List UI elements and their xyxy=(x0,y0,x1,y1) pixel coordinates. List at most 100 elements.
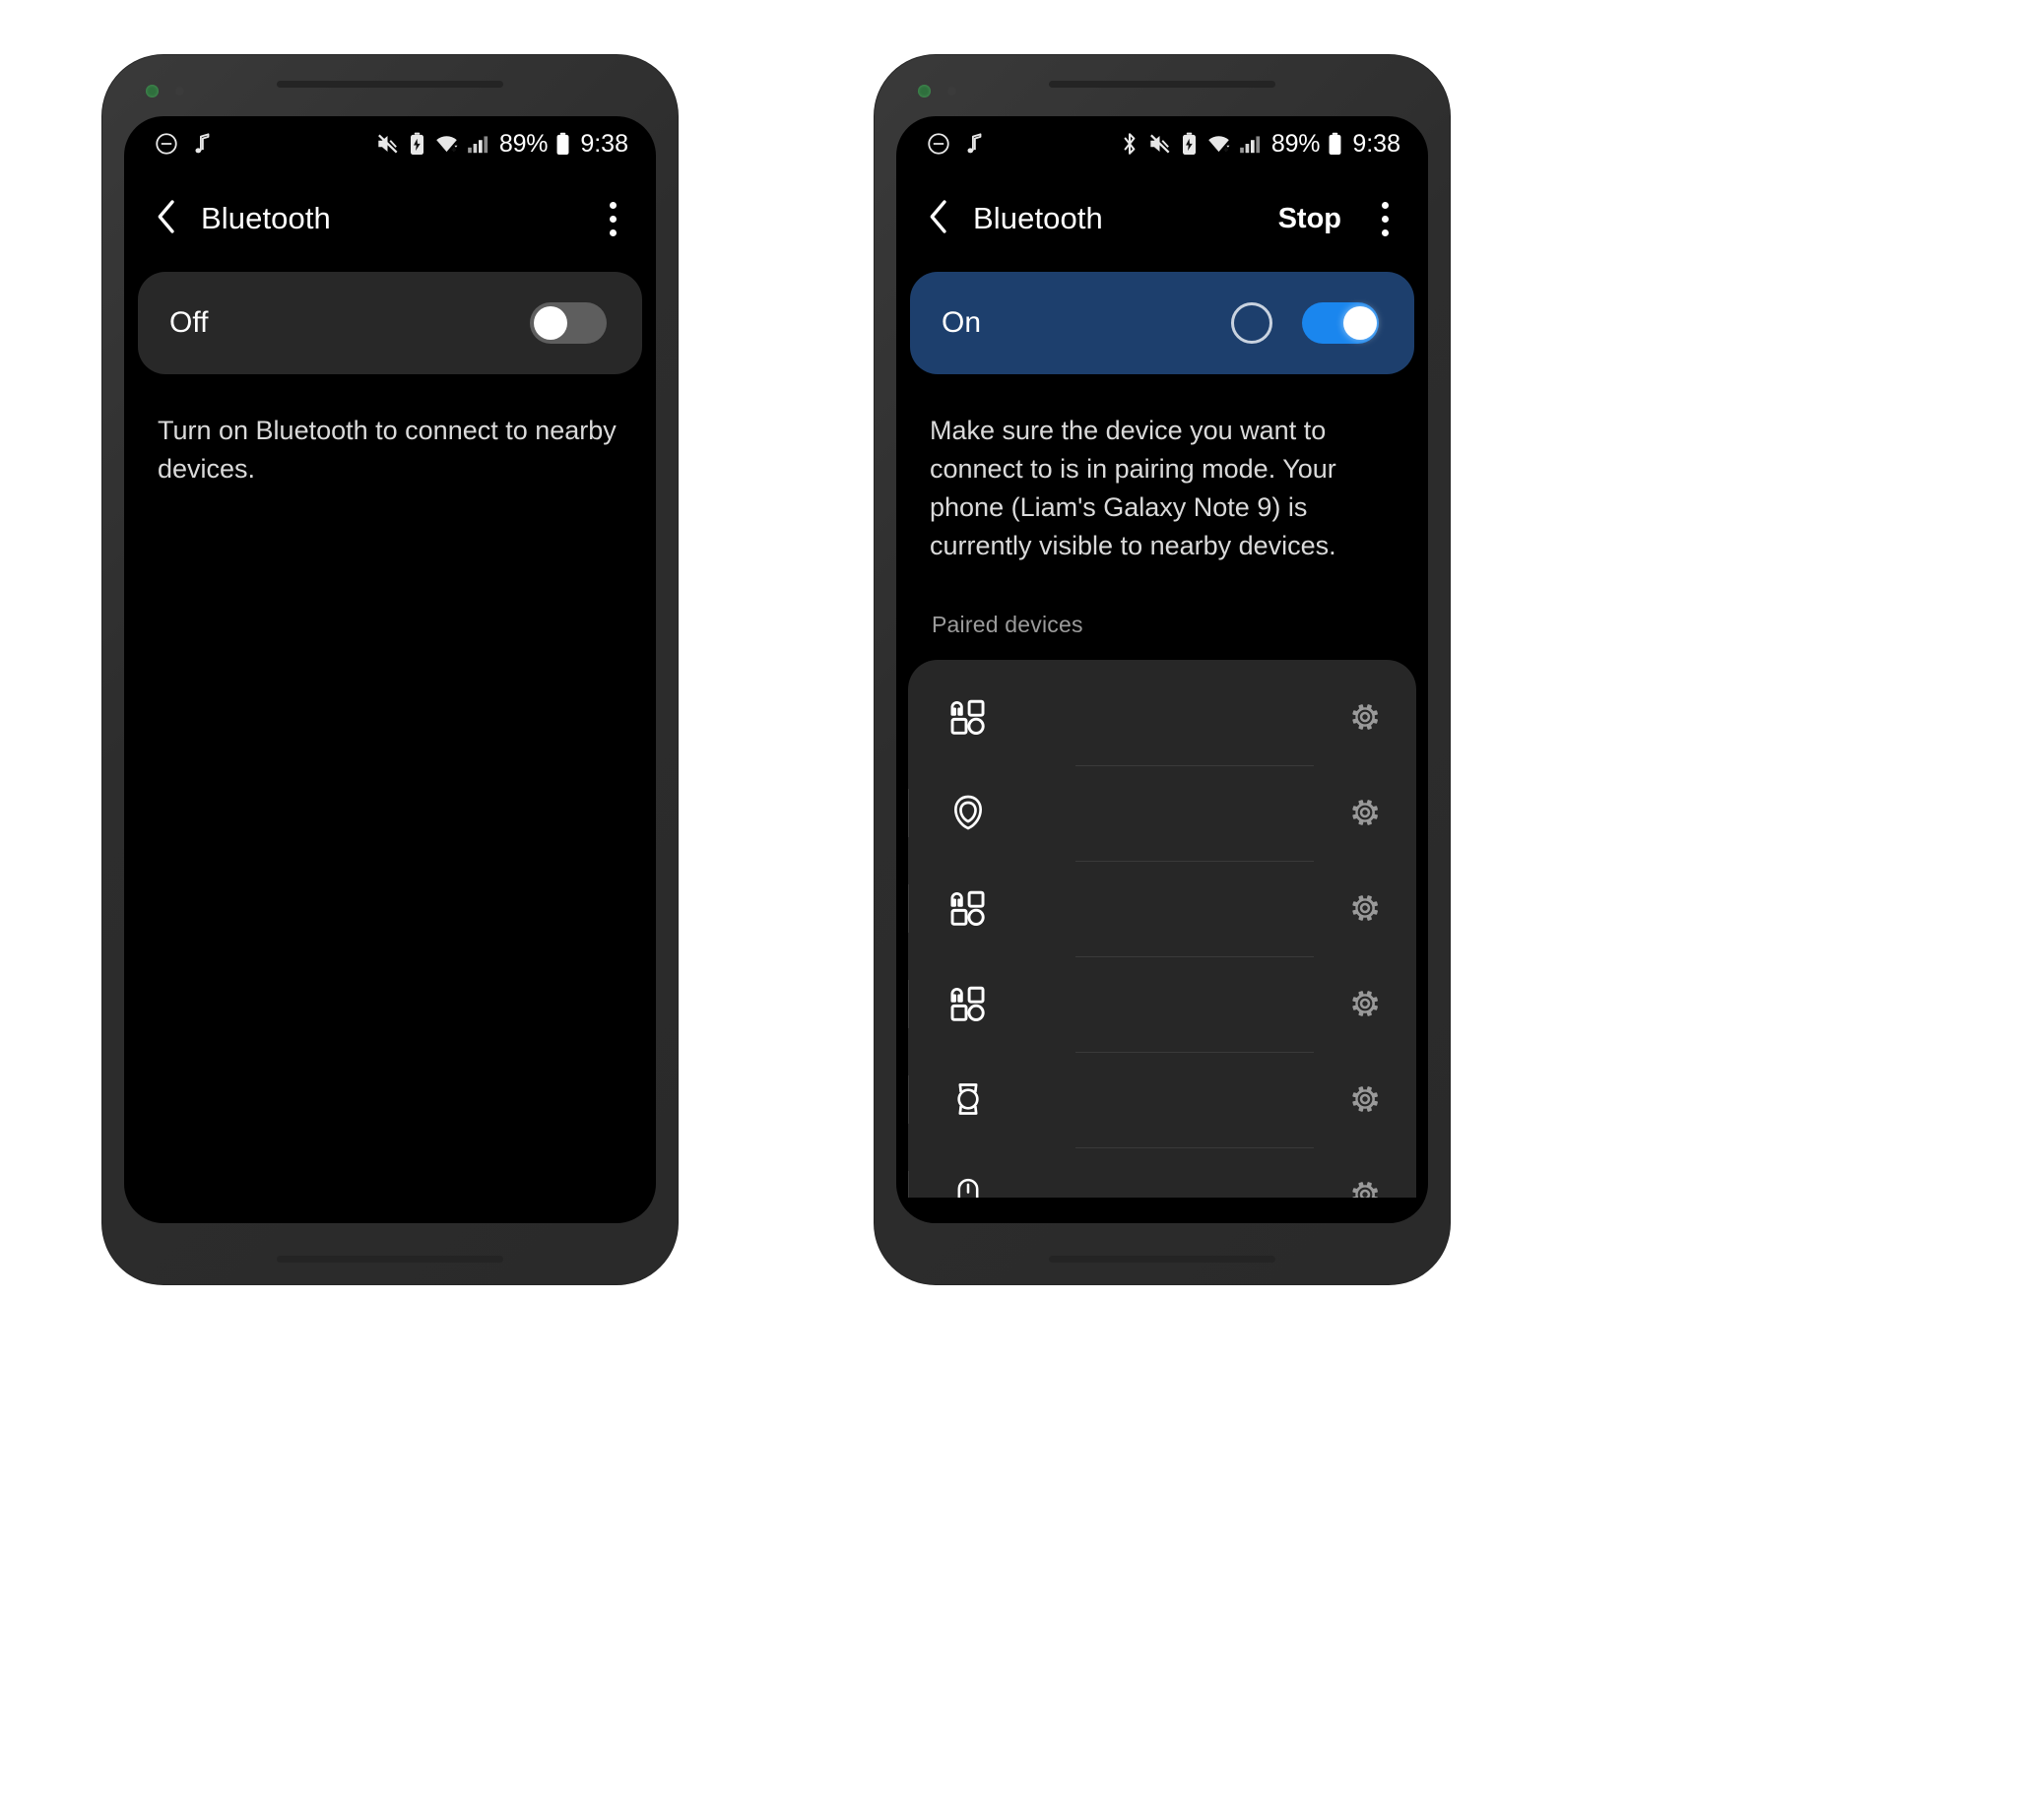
scanning-spinner-icon xyxy=(1231,302,1272,344)
bluetooth-state-label: On xyxy=(942,306,982,339)
battery-saver-icon xyxy=(410,132,423,156)
stop-scan-button[interactable]: Stop xyxy=(1278,203,1341,235)
phone-right: 89% 9:38 Bluetooth Stop On Make sure the… xyxy=(875,55,1450,1284)
status-bar-left: 89% 9:38 xyxy=(124,116,656,171)
overflow-menu-icon xyxy=(609,228,617,236)
bluetooth-toggle[interactable] xyxy=(530,302,607,344)
device-settings-button[interactable] xyxy=(1343,700,1387,734)
music-note-icon xyxy=(195,133,210,154)
phone-right-chin-bar xyxy=(1049,1256,1275,1263)
wifi-icon xyxy=(1208,136,1230,153)
phone-right-earpiece xyxy=(1049,81,1275,88)
clock-label: 9:38 xyxy=(1352,129,1400,158)
device-settings-button[interactable] xyxy=(908,788,1387,837)
bluetooth-master-switch-row[interactable]: On xyxy=(910,272,1414,374)
generic-device-icon xyxy=(943,982,993,1025)
device-name-area xyxy=(993,764,1343,861)
generic-device-icon xyxy=(943,886,993,930)
back-button[interactable] xyxy=(148,193,187,245)
device-settings-button[interactable] xyxy=(908,883,1387,933)
overflow-menu-icon xyxy=(609,215,617,223)
bluetooth-description: Make sure the device you want to connect… xyxy=(930,416,1336,561)
overflow-menu-button[interactable] xyxy=(1367,196,1402,242)
chevron-left-icon xyxy=(158,199,174,233)
bluetooth-master-switch-row[interactable]: Off xyxy=(138,272,642,374)
gear-divider xyxy=(908,1074,909,1124)
device-row[interactable] xyxy=(908,670,1416,765)
device-name-area xyxy=(993,670,1343,765)
battery-percent-label: 89% xyxy=(1270,129,1321,158)
gear-divider xyxy=(908,788,909,837)
device-row[interactable] xyxy=(908,764,1416,861)
status-bar-right-icons: 89% 9:38 xyxy=(374,130,628,159)
status-bar-right-status-icons: 89% 9:38 xyxy=(1120,130,1400,159)
generic-device-icon xyxy=(943,695,993,739)
status-bar-right-left-icons xyxy=(926,131,985,157)
paired-devices-header: Paired devices xyxy=(932,611,1083,637)
phone-left-sensor-dot xyxy=(175,87,184,96)
phone-left-earpiece xyxy=(277,81,503,88)
wifi-icon xyxy=(436,136,458,153)
do-not-disturb-icon xyxy=(156,133,177,155)
device-name-area xyxy=(993,1051,1343,1147)
watch-device-icon xyxy=(943,1079,993,1119)
navigation-gesture-bar xyxy=(896,1198,1428,1223)
do-not-disturb-icon xyxy=(928,133,949,155)
device-row[interactable] xyxy=(908,955,1416,1052)
row-divider xyxy=(1075,1051,1314,1053)
phone-right-screen: 89% 9:38 Bluetooth Stop On Make sure the… xyxy=(896,116,1428,1223)
overflow-menu-icon xyxy=(1381,215,1389,223)
gear-icon xyxy=(1352,991,1378,1016)
gear-icon xyxy=(1352,704,1378,730)
status-bar-left-icons xyxy=(154,131,213,157)
gear-divider xyxy=(908,883,909,933)
overflow-menu-button[interactable] xyxy=(595,196,630,242)
bluetooth-toggle[interactable] xyxy=(1302,302,1379,344)
device-name-area xyxy=(993,860,1343,956)
mute-icon xyxy=(377,134,398,154)
music-note-icon xyxy=(967,133,982,154)
device-settings-button[interactable] xyxy=(908,1074,1387,1124)
master-switch-controls xyxy=(1231,302,1379,344)
bluetooth-icon xyxy=(1124,133,1136,155)
row-divider xyxy=(1075,1146,1314,1148)
row-divider xyxy=(1075,860,1314,862)
page-title: Bluetooth xyxy=(973,201,1103,235)
gear-divider xyxy=(908,979,909,1028)
overflow-menu-icon xyxy=(609,201,617,209)
gear-icon xyxy=(1352,1086,1378,1112)
battery-percent-label: 89% xyxy=(498,129,549,158)
gear-icon xyxy=(1352,895,1378,921)
mute-icon xyxy=(1149,134,1170,154)
chevron-left-icon xyxy=(930,199,946,233)
device-row[interactable] xyxy=(908,860,1416,956)
battery-full-icon xyxy=(556,132,569,156)
toolbar-left: Bluetooth xyxy=(124,171,656,266)
page-title: Bluetooth xyxy=(201,201,331,235)
status-bar-right: 89% 9:38 xyxy=(896,116,1428,171)
signal-icon xyxy=(468,136,488,154)
back-button[interactable] xyxy=(920,193,959,245)
row-divider xyxy=(1075,955,1314,957)
device-name-area xyxy=(993,955,1343,1052)
phone-left-chin-bar xyxy=(277,1256,503,1263)
toolbar-right: Bluetooth Stop xyxy=(896,171,1428,266)
phone-left: 89% 9:38 Bluetooth Off Turn on Bluetooth… xyxy=(102,55,678,1284)
bluetooth-description: Turn on Bluetooth to connect to nearby d… xyxy=(158,416,617,485)
toggle-knob xyxy=(534,306,567,340)
earbud-device-icon xyxy=(943,793,993,832)
clock-label: 9:38 xyxy=(580,129,628,158)
row-divider xyxy=(1075,764,1314,766)
phone-right-camera-led xyxy=(918,85,931,98)
paired-devices-list xyxy=(908,659,1416,1223)
master-switch-controls xyxy=(530,302,607,344)
gear-icon xyxy=(1352,800,1378,825)
device-settings-button[interactable] xyxy=(908,979,1387,1028)
signal-icon xyxy=(1240,136,1260,154)
phone-right-sensor-dot xyxy=(947,87,956,96)
phone-left-screen: 89% 9:38 Bluetooth Off Turn on Bluetooth… xyxy=(124,116,656,1223)
overflow-menu-icon xyxy=(1381,228,1389,236)
overflow-menu-icon xyxy=(1381,201,1389,209)
device-row[interactable] xyxy=(908,1051,1416,1147)
battery-full-icon xyxy=(1329,132,1341,156)
